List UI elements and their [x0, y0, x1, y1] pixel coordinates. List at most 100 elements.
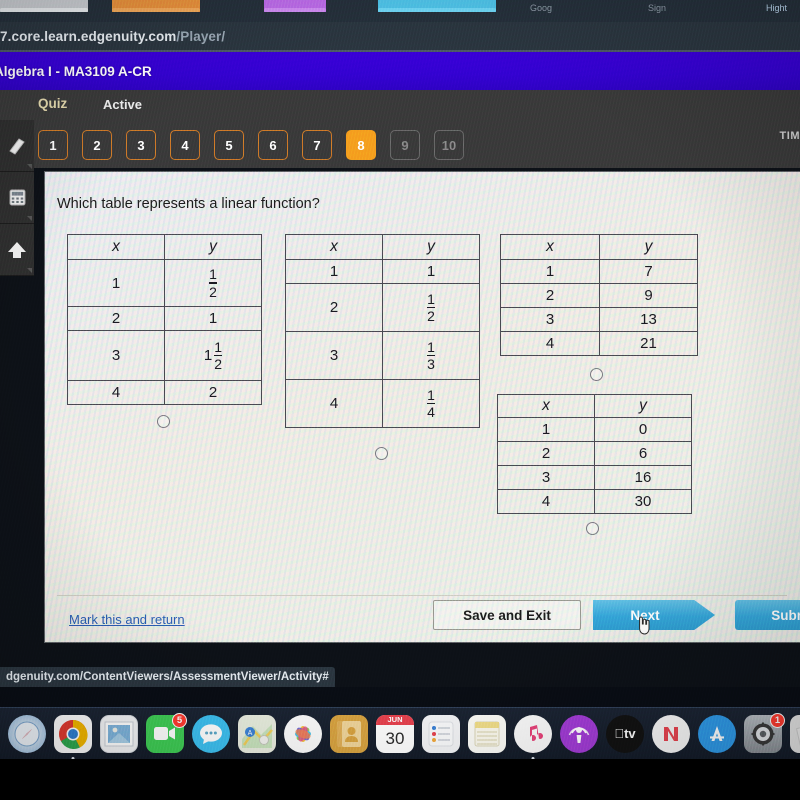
option-d-cell-x-2: 2	[497, 441, 595, 466]
question-button-1[interactable]: 1	[38, 130, 68, 160]
option-d-header-y: y	[594, 394, 692, 418]
option-b-header-x: x	[285, 234, 383, 260]
question-button-9: 9	[390, 130, 420, 160]
option-b-table[interactable]: x y 1 1 2 1 2 3 1 3 4 1 4	[285, 234, 480, 428]
address-bar[interactable]: 7.core.learn.edgenuity.com/Player/	[0, 22, 800, 50]
dock-item-chrome[interactable]	[54, 714, 92, 760]
facetime-icon	[154, 726, 175, 740]
option-d-radio[interactable]	[586, 522, 599, 535]
browser-tab-strip: Goog Sign Hight	[0, 0, 800, 22]
calculator-icon	[8, 189, 26, 206]
dock-item-podcasts[interactable]	[560, 714, 598, 753]
save-and-exit-button[interactable]: Save and Exit	[433, 600, 581, 630]
dock-item-facetime[interactable]: 5	[146, 712, 187, 753]
question-button-3[interactable]: 3	[126, 130, 156, 160]
course-banner: Algebra I - MA3109 A-CR	[0, 52, 800, 90]
table-row: 2 6	[497, 441, 692, 466]
browser-right-tabs[interactable]: Goog Sign Hight	[480, 0, 800, 22]
table-row: 2 1	[67, 306, 262, 331]
dock-item-contacts[interactable]	[330, 714, 368, 753]
option-a-cell-y-4: 2	[164, 380, 262, 405]
dock-item-music[interactable]	[514, 714, 552, 760]
question-button-7[interactable]: 7	[302, 130, 332, 160]
browser-tab-1[interactable]	[0, 0, 88, 12]
option-a-cell-y-1: 1 2	[164, 259, 262, 307]
question-button-4[interactable]: 4	[170, 130, 200, 160]
next-button[interactable]: Next	[593, 600, 715, 630]
table-row: 3 1 3	[285, 331, 480, 380]
dock-item-notes[interactable]	[468, 714, 506, 753]
dock-item-appstore[interactable]	[698, 714, 736, 753]
table-row: 4 21	[500, 331, 698, 356]
option-b-cell-x-4: 4	[285, 379, 383, 428]
address-bar-path: /Player/	[176, 28, 226, 44]
option-c-radio[interactable]	[590, 368, 603, 381]
dock-item-safari[interactable]	[8, 714, 46, 753]
browser-tab-3[interactable]	[264, 0, 326, 12]
address-bar-text: 7.core.learn.edgenuity.com/Player/	[0, 29, 225, 44]
photos-icon	[295, 725, 311, 742]
dock-item-roblox[interactable]	[790, 714, 800, 753]
option-c-cell-x-3: 3	[500, 307, 600, 332]
roblox-icon	[796, 723, 800, 747]
question-button-10: 10	[434, 130, 464, 160]
option-b-radio[interactable]	[375, 447, 388, 460]
question-card: Which table represents a linear function…	[45, 172, 800, 642]
option-c-table[interactable]: x y 1 7 2 9 3 13 4 21	[500, 234, 698, 356]
svg-text:A: A	[248, 730, 253, 737]
dock-item-reminders[interactable]	[422, 714, 460, 753]
table-row: 4 2	[67, 380, 262, 405]
table-row: 4 1 4	[285, 379, 480, 428]
eraser-tool-button[interactable]	[0, 120, 34, 172]
option-a-header-x: x	[67, 234, 165, 260]
option-c-cell-x-2: 2	[500, 283, 600, 308]
option-a-cell-x-3: 3	[67, 330, 165, 381]
chrome-icon	[59, 719, 88, 749]
option-b-cell-y-1: 1	[382, 259, 480, 284]
scroll-top-button[interactable]	[0, 224, 34, 276]
dock-item-news[interactable]	[652, 714, 690, 753]
footer-divider	[57, 595, 787, 596]
table-row: 1 1 2	[67, 259, 262, 307]
option-d-cell-y-2: 6	[594, 441, 692, 466]
option-b-cell-x-3: 3	[285, 331, 383, 380]
option-a-radio[interactable]	[157, 415, 170, 428]
dock-item-photos[interactable]	[284, 714, 322, 753]
browser-tab-4[interactable]	[378, 0, 496, 12]
option-a-table[interactable]: x y 1 1 2 2 1 3 1 1 2 4 2	[67, 234, 262, 405]
option-c-cell-y-2: 9	[599, 283, 698, 308]
fraction: 1 3	[427, 338, 435, 373]
option-c-cell-y-4: 21	[599, 331, 698, 356]
dock-item-mail[interactable]	[100, 714, 138, 753]
arrow-up-icon	[8, 241, 26, 258]
browser-status-bar: dgenuity.com/ContentViewers/AssessmentVi…	[0, 667, 335, 687]
below-dock-area	[0, 759, 800, 800]
option-c-cell-x-4: 4	[500, 331, 600, 356]
question-button-2[interactable]: 2	[82, 130, 112, 160]
calculator-tool-button[interactable]	[0, 172, 34, 224]
desktop-gap	[0, 687, 800, 707]
mark-this-and-return-link[interactable]: Mark this and return	[69, 612, 185, 627]
dock-item-calendar[interactable]: JUN 30	[376, 714, 414, 753]
option-c-cell-x-1: 1	[500, 259, 600, 284]
table-row: 2 1 2	[285, 283, 480, 332]
table-row: x y	[67, 234, 262, 260]
option-b-cell-x-2: 2	[285, 283, 383, 332]
option-a-cell-x-4: 4	[67, 380, 165, 405]
browser-tab-2[interactable]	[112, 0, 200, 12]
option-a-cell-x-2: 2	[67, 306, 165, 331]
safari-icon	[14, 721, 40, 746]
dock-item-maps[interactable]: A	[238, 714, 276, 753]
question-button-8[interactable]: 8	[346, 130, 376, 160]
option-a-cell-y-3: 1 1 2	[164, 330, 262, 381]
question-button-6[interactable]: 6	[258, 130, 288, 160]
dock-item-messages[interactable]	[192, 714, 230, 753]
submit-button[interactable]: Subm	[735, 600, 800, 630]
table-row: 4 30	[497, 489, 692, 514]
question-button-5[interactable]: 5	[214, 130, 244, 160]
messages-icon	[200, 723, 222, 744]
dock-item-system-preferences[interactable]: 1	[744, 712, 785, 753]
dock-item-appletv[interactable]: tv	[606, 714, 644, 753]
quiz-status-label: Active	[103, 97, 143, 112]
option-d-table[interactable]: x y 1 0 2 6 3 16 4 30	[497, 394, 692, 514]
